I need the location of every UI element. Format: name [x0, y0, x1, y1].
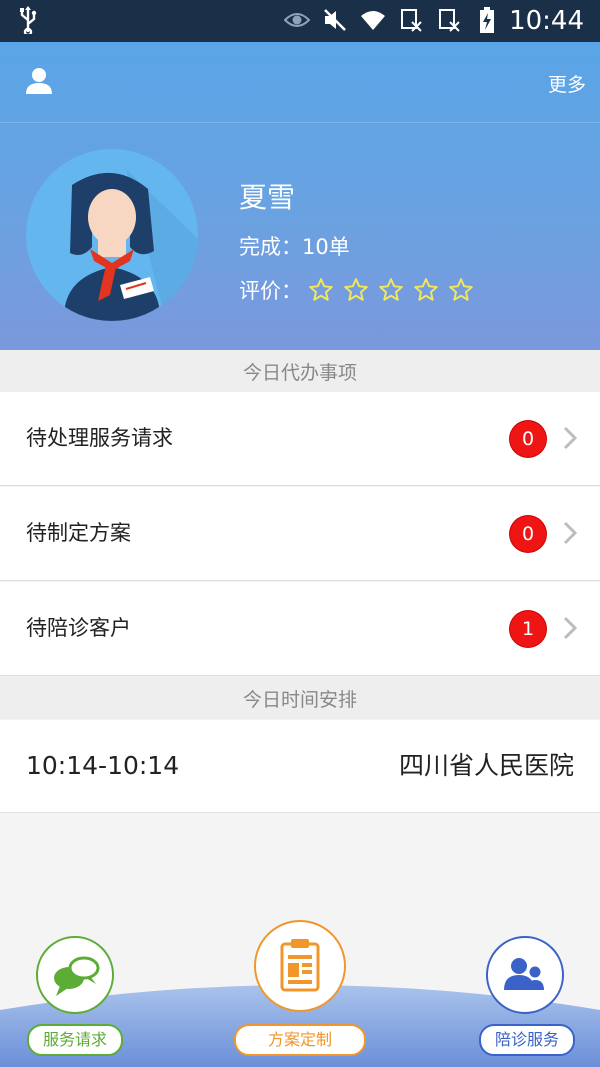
rating-stars [308, 277, 474, 303]
clock: 10:44 [509, 6, 584, 36]
mute-icon [322, 8, 348, 32]
list-item-label: 待陪诊客户 [26, 616, 131, 640]
plan-custom-label[interactable]: 方案定制 [234, 1024, 366, 1056]
service-request-button[interactable] [36, 936, 114, 1014]
section-title-todo: 今日代办事项 [0, 350, 600, 392]
count-badge: 0 [510, 516, 546, 552]
list-item-label: 待制定方案 [26, 521, 131, 545]
usb-icon [18, 6, 38, 40]
wifi-icon [360, 8, 386, 32]
user-icon[interactable] [24, 66, 58, 100]
top-bar: 更多 [0, 42, 600, 123]
star-icon [308, 277, 334, 303]
list-item-label: 待处理服务请求 [26, 426, 173, 450]
schedule-item[interactable]: 10:14-10:14 四川省人民医院 [0, 720, 600, 813]
chevron-right-icon [562, 520, 578, 546]
no-sim-icon [398, 8, 424, 32]
eye-icon [284, 8, 310, 32]
status-bar: 10:44 [0, 0, 600, 42]
chevron-right-icon [562, 615, 578, 641]
completed-count: 完成：10单 [239, 235, 350, 259]
profile-header: 更多 夏雪 完成：10单 评价： [0, 42, 600, 350]
chat-bubbles-icon [38, 956, 112, 1016]
section-title-schedule: 今日时间安排 [0, 677, 600, 719]
accompany-service-label[interactable]: 陪诊服务 [479, 1024, 575, 1056]
star-icon [448, 277, 474, 303]
list-item[interactable]: 待处理服务请求 0 [0, 392, 600, 486]
chevron-right-icon [562, 425, 578, 451]
battery-charging-icon [474, 7, 500, 33]
count-badge: 0 [510, 421, 546, 457]
list-item[interactable]: 待制定方案 0 [0, 487, 600, 581]
users-icon [488, 958, 562, 1016]
service-request-label[interactable]: 服务请求 [27, 1024, 123, 1056]
star-icon [413, 277, 439, 303]
schedule-time: 10:14-10:14 [26, 751, 180, 780]
rating: 评价： [239, 275, 474, 305]
count-badge: 1 [510, 611, 546, 647]
clipboard-icon [256, 939, 344, 1014]
schedule-place: 四川省人民医院 [398, 751, 574, 780]
accompany-service-button[interactable] [486, 936, 564, 1014]
no-sim-icon [436, 8, 462, 32]
more-button[interactable]: 更多 [548, 70, 586, 97]
avatar [26, 149, 198, 321]
star-icon [343, 277, 369, 303]
plan-custom-button[interactable] [254, 920, 346, 1012]
star-icon [378, 277, 404, 303]
user-name: 夏雪 [239, 181, 296, 214]
list-item[interactable]: 待陪诊客户 1 [0, 582, 600, 676]
rating-label: 评价： [239, 279, 302, 303]
